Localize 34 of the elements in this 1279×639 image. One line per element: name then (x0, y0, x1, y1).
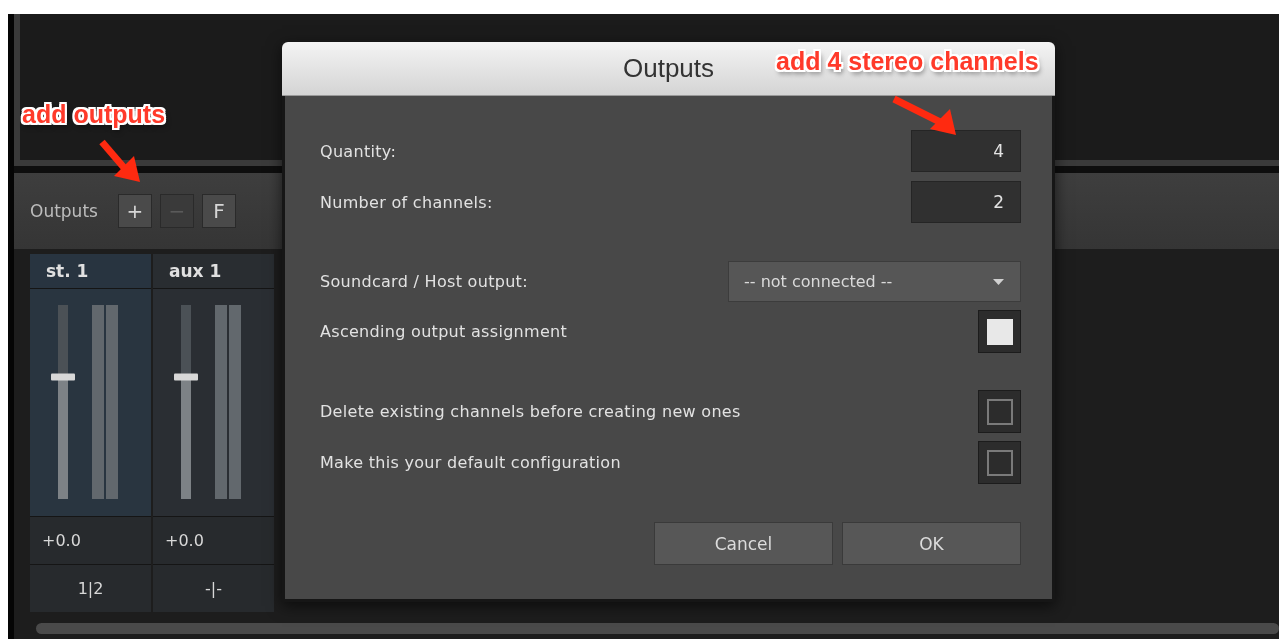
fader-track[interactable] (174, 305, 198, 499)
fader-thumb[interactable] (174, 373, 198, 381)
annotation-arrow (892, 95, 956, 135)
toolbar-button[interactable]: + (117, 194, 152, 228)
channel-name[interactable]: st. 1 (30, 254, 151, 288)
routing-value[interactable]: -|- (153, 565, 274, 612)
dialog-title: Outputs (622, 53, 715, 84)
annotation-text: add 4 stereo channels (776, 47, 1039, 76)
field-label: Soundcard / Host output: (320, 272, 528, 291)
scrollbar[interactable] (36, 623, 1279, 634)
checkbox[interactable] (978, 310, 1021, 353)
output-dropdown[interactable]: -- not connected -- (728, 261, 1021, 302)
option-label: Make this your default configuration (320, 453, 621, 472)
gain-value[interactable]: +0.0 (153, 517, 274, 564)
annotation-arrow (99, 139, 140, 182)
checkbox[interactable] (978, 390, 1021, 433)
toolbar-button[interactable]: F (201, 194, 236, 228)
dialog-button[interactable]: Cancel (654, 522, 833, 565)
field-label: Quantity: (320, 141, 397, 161)
fader-thumb[interactable] (51, 373, 75, 381)
caret-icon (993, 278, 1004, 285)
outputs-label: Outputs (30, 201, 98, 221)
dialog-button[interactable]: OK (842, 522, 1021, 565)
annotation-text: add outputs (22, 100, 166, 129)
option-label: Delete existing channels before creating new ones (320, 402, 741, 421)
field-label: Number of channels: (320, 192, 493, 212)
checkbox[interactable] (978, 441, 1021, 484)
option-label: Ascending output assignment (320, 322, 568, 341)
gain-value[interactable]: +0.0 (30, 517, 151, 564)
number-field[interactable]: 2 (911, 181, 1021, 223)
channel-name[interactable]: aux 1 (153, 254, 274, 288)
number-field[interactable]: 4 (911, 130, 1021, 172)
routing-value[interactable]: 1|2 (30, 565, 151, 612)
fader-track[interactable] (51, 305, 75, 499)
